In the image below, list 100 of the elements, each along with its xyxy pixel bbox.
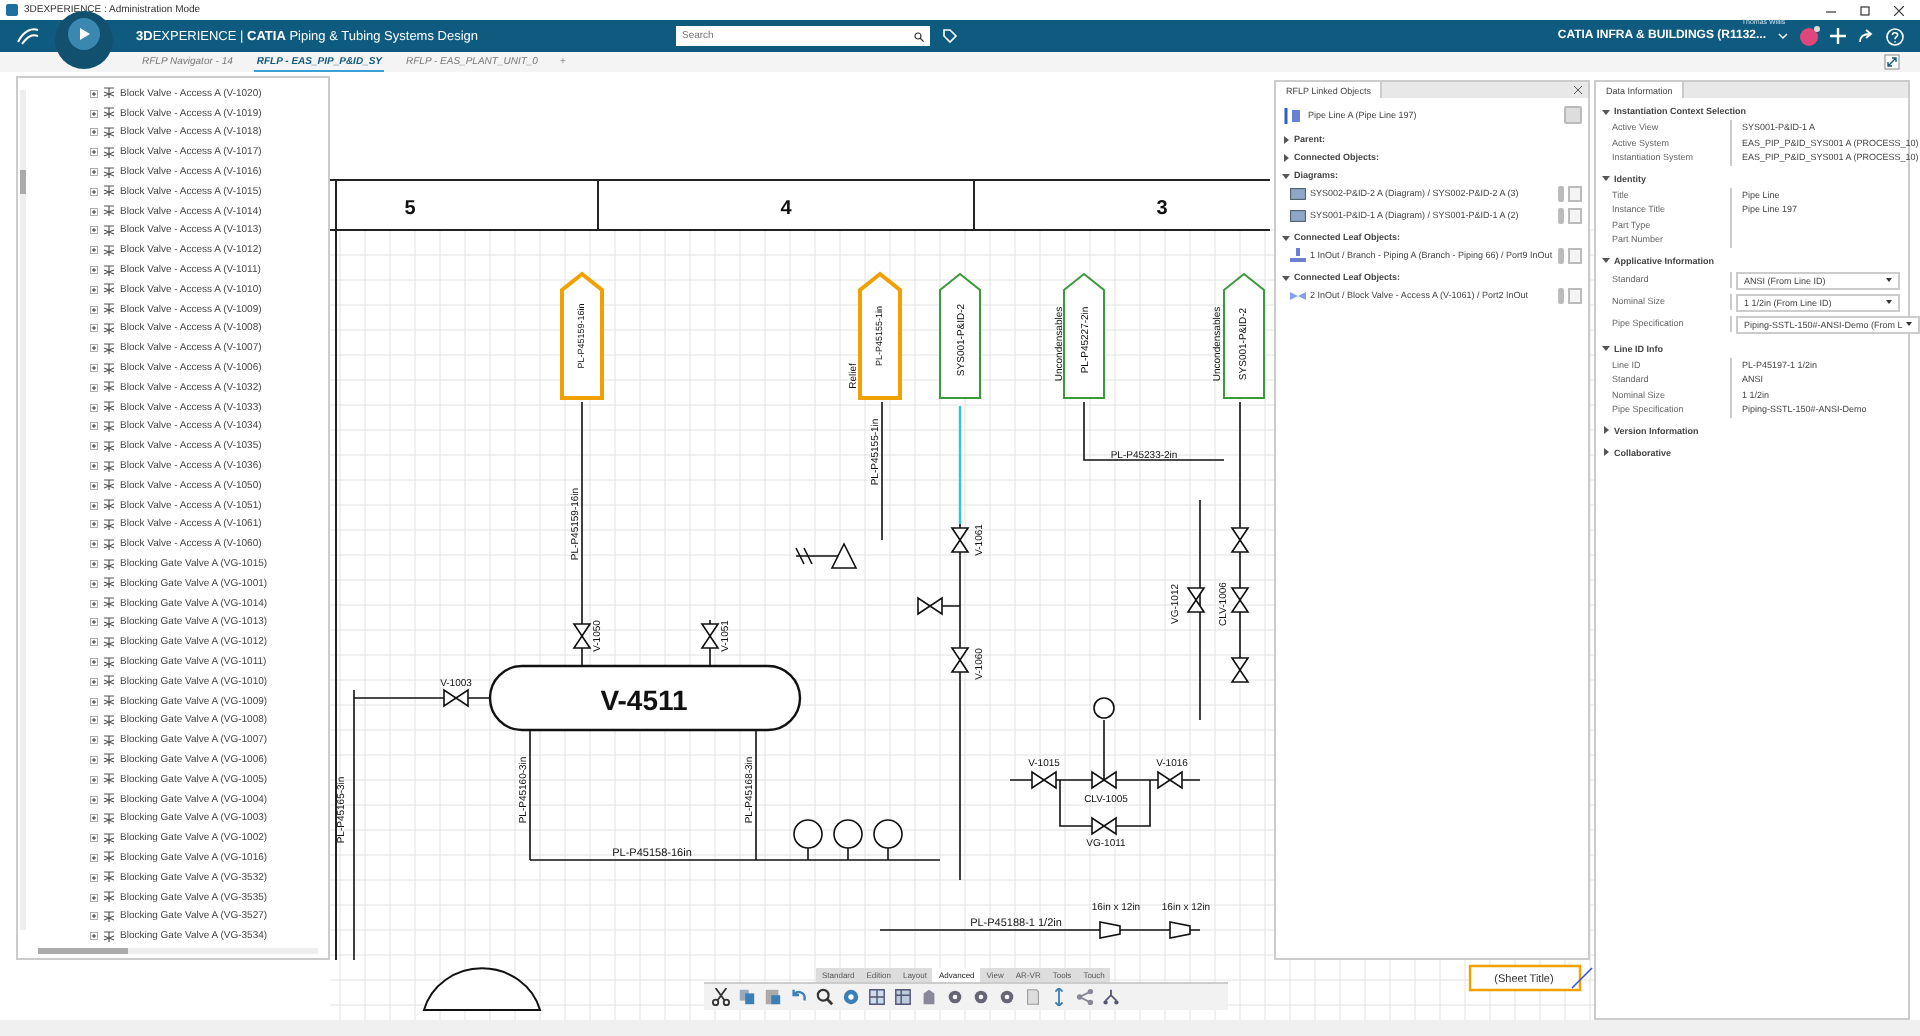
grid-icon[interactable] [868,988,886,1006]
caret-icon[interactable] [1886,300,1892,304]
expand-icon[interactable] [90,285,98,294]
valve-icon [102,713,116,728]
expand-icon[interactable] [90,618,98,627]
scrollbar-thumb[interactable] [38,948,128,954]
expand-icon[interactable] [90,422,98,431]
expand-icon[interactable] [90,697,98,706]
expand-icon[interactable] [90,755,98,764]
scrollbar-thumb[interactable] [20,170,26,194]
expand-icon[interactable] [90,560,98,569]
expand-icon[interactable] [90,403,98,412]
expand-icon[interactable] [90,226,98,235]
relief-valve-symbol [795,543,858,569]
valve-icon [102,537,116,552]
expand-arrow-icon[interactable] [1282,153,1290,161]
expand-icon[interactable] [90,266,98,275]
drag-handle[interactable] [1558,247,1564,263]
scissors-icon[interactable] [712,988,730,1006]
expand-icon[interactable] [90,736,98,745]
minimize-icon[interactable] [1826,5,1836,15]
expand-icon[interactable] [90,658,98,666]
drag-handle[interactable] [1558,287,1564,303]
expand-arrow-icon[interactable] [1282,273,1290,281]
valve-symbol [700,623,720,649]
share-icon[interactable] [1858,28,1874,44]
expand-icon[interactable] [90,814,98,823]
search-icon[interactable] [914,31,924,41]
expand-arrow-icon[interactable] [1602,256,1610,264]
valve-icon [102,870,116,885]
expand-icon[interactable] [90,128,98,137]
help-icon[interactable] [1886,27,1904,45]
caret-icon[interactable] [1886,278,1892,282]
expand-arrow-icon[interactable] [1602,426,1610,434]
expand-arrow-icon[interactable] [1602,107,1610,115]
network-icon[interactable] [1076,988,1094,1006]
expand-icon[interactable] [90,442,98,451]
drawing-label: 5 [404,198,416,220]
expand-icon[interactable] [90,520,98,529]
expand-icon[interactable] [90,873,98,882]
maximize-icon[interactable] [1860,5,1870,15]
valve-icon [102,596,116,611]
expand-icon[interactable] [90,187,98,196]
expand-icon[interactable] [90,795,98,804]
expand-icon[interactable] [90,168,98,177]
valve-icon [102,419,116,434]
expand-icon[interactable] [90,462,98,471]
expand-icon[interactable] [90,638,98,647]
expand-arrow-icon[interactable] [1602,174,1610,182]
expand-arrow-icon[interactable] [1282,171,1290,179]
expand-arrow-icon[interactable] [1602,448,1610,456]
expand-icon[interactable] [90,324,98,333]
copy-icon[interactable] [738,988,756,1006]
branch-icon [1290,248,1306,262]
expand-icon[interactable] [90,677,98,686]
expand-arrow-icon[interactable] [1282,233,1290,241]
expand-icon[interactable] [90,109,98,118]
fullscreen-icon[interactable] [1884,54,1900,70]
avatar[interactable] [1800,27,1818,45]
expand-icon[interactable] [90,834,98,843]
expand-icon[interactable] [90,148,98,157]
expand-icon[interactable] [90,599,98,608]
caret-icon[interactable] [1906,322,1913,326]
logo-icon [16,26,40,46]
expand-icon[interactable] [90,305,98,314]
expand-icon[interactable] [90,344,98,353]
caret-icon[interactable] [1778,32,1788,40]
zoom-icon[interactable] [816,988,834,1006]
paste-icon[interactable] [764,988,782,1006]
expand-icon[interactable] [90,579,98,588]
plus-icon[interactable] [1830,28,1846,44]
expand-icon[interactable] [90,481,98,490]
expand-icon[interactable] [90,716,98,725]
expand-icon[interactable] [90,540,98,549]
close-icon[interactable] [1574,86,1582,94]
arrows-icon[interactable] [1050,988,1068,1006]
expand-icon[interactable] [90,501,98,510]
tag-icon[interactable] [942,28,958,44]
hierarchy-icon[interactable] [1102,988,1120,1006]
expand-icon[interactable] [90,775,98,784]
expand-icon[interactable] [90,89,98,98]
expand-icon[interactable] [90,932,98,941]
expand-icon[interactable] [90,912,98,921]
expand-icon[interactable] [90,383,98,392]
valve-icon [102,655,116,669]
compass-icon[interactable] [54,10,114,70]
close-icon[interactable] [1894,5,1904,15]
valve-icon [102,478,116,493]
expand-icon[interactable] [90,246,98,255]
valve-icon [102,341,116,356]
grid-icon[interactable] [894,988,912,1006]
expand-icon[interactable] [90,207,98,216]
app-icon [6,4,18,16]
expand-arrow-icon[interactable] [1602,344,1610,352]
valve-icon [102,811,116,826]
expand-icon[interactable] [90,364,98,373]
expand-arrow-icon[interactable] [1282,135,1290,143]
expand-icon[interactable] [90,893,98,902]
expand-icon[interactable] [90,853,98,862]
undo-icon[interactable] [790,988,808,1006]
